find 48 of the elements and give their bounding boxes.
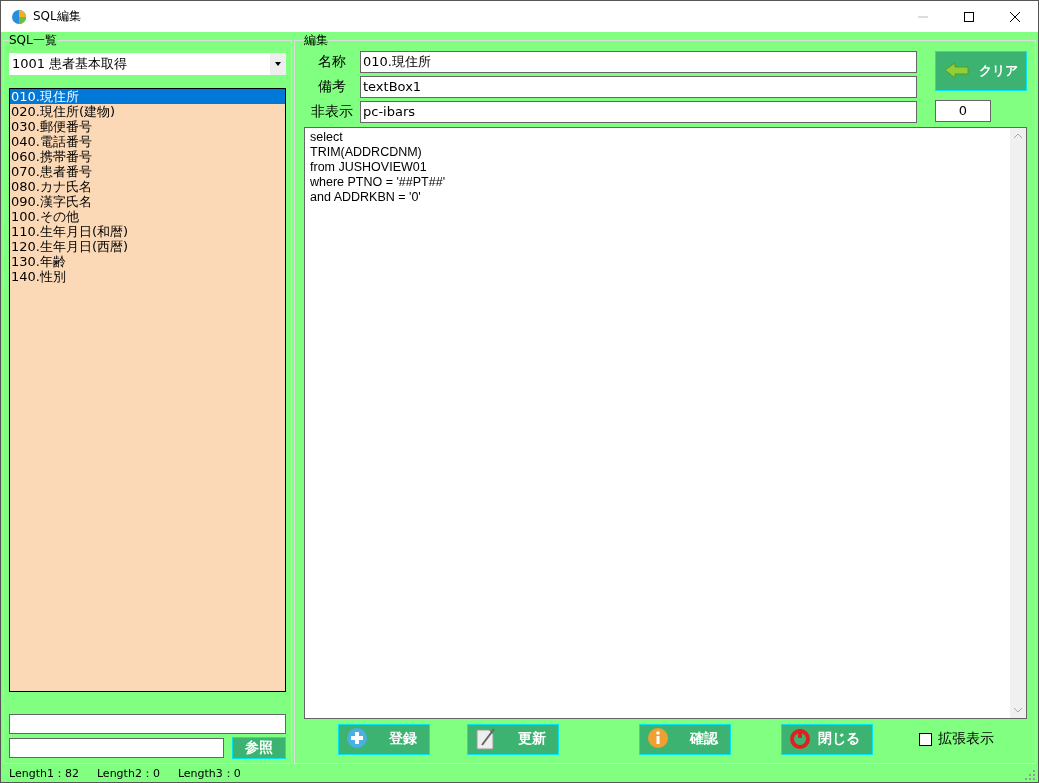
info-icon: [646, 727, 670, 751]
code-line: from JUSHOVIEW01: [310, 160, 428, 175]
list-item[interactable]: 030.郵便番号: [10, 119, 285, 134]
input-field[interactable]: [9, 738, 224, 758]
plus-globe-icon: [345, 727, 369, 751]
field-label: 備考: [317, 78, 347, 96]
checkbox-label: 拡張表示: [938, 730, 994, 748]
code-line: where PTNO = '##PT##': [310, 175, 447, 190]
list-item[interactable]: 080.カナ氏名: [10, 179, 285, 194]
list-item[interactable]: 040.電話番号: [10, 134, 285, 149]
status-text: Length1：82: [9, 765, 79, 781]
text-field[interactable]: 010.現住所: [360, 51, 917, 73]
document-pen-icon: [474, 727, 498, 751]
scrollbar[interactable]: [1010, 128, 1026, 718]
back-arrow-icon: [944, 61, 970, 81]
window-title: SQL編集: [33, 8, 81, 25]
list-item[interactable]: 010.現住所: [10, 89, 285, 104]
input-field[interactable]: [9, 714, 286, 734]
sql-dropdown[interactable]: 1001 患者基本取得: [9, 53, 286, 75]
scroll-up-icon[interactable]: [1014, 133, 1022, 138]
field-label: 非表示: [310, 103, 354, 121]
dropdown-arrow-icon: [275, 62, 281, 66]
resize-grip-icon[interactable]: [1025, 770, 1035, 780]
status-text: Length3：0: [177, 765, 241, 781]
list-item[interactable]: 060.携帯番号: [10, 149, 285, 164]
text-field[interactable]: textBox1: [360, 76, 917, 98]
list-item[interactable]: 130.年齢: [10, 254, 285, 269]
checkbox[interactable]: [919, 732, 932, 746]
group-title: SQL一覧: [9, 32, 57, 49]
list-item[interactable]: 070.患者番号: [10, 164, 285, 179]
sql-editor[interactable]: select TRIM(ADDRCDNM) from JUSHOVIEW01 where PTNO = '##PT##' and ADDRKBN = '0': [304, 127, 1027, 719]
list-item[interactable]: 120.生年月日(西暦): [10, 239, 285, 254]
group-title: 編集: [304, 32, 328, 49]
power-icon: [788, 727, 812, 751]
scroll-down-icon[interactable]: [1014, 708, 1022, 713]
list-item[interactable]: 090.漢字氏名: [10, 194, 285, 209]
list-item[interactable]: 100.その他: [10, 209, 285, 224]
list-item[interactable]: 020.現住所(建物): [10, 104, 285, 119]
list-item[interactable]: 140.性別: [10, 269, 285, 284]
code-line: select: [310, 130, 344, 145]
list-item[interactable]: 110.生年月日(和暦): [10, 224, 285, 239]
app-icon: [11, 8, 27, 25]
status-text: Length2：0: [96, 765, 160, 781]
counter-field[interactable]: 0: [935, 100, 991, 122]
code-line: and ADDRKBN = '0': [310, 190, 422, 205]
text-field[interactable]: pc-ibars: [360, 101, 917, 123]
field-label: 名称: [317, 53, 347, 71]
code-line: TRIM(ADDRCDNM): [310, 145, 423, 160]
